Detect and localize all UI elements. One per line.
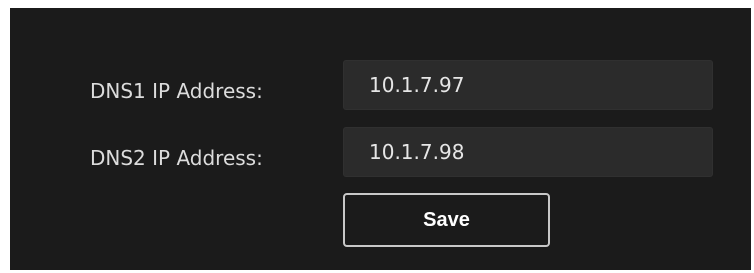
dns1-ip-field[interactable]: 10.1.7.97: [343, 60, 713, 110]
save-button[interactable]: Save: [343, 193, 550, 247]
dns2-ip-field[interactable]: 10.1.7.98: [343, 127, 713, 177]
dns2-label: DNS2 IP Address:: [90, 146, 263, 170]
dns1-label: DNS1 IP Address:: [90, 79, 263, 103]
dns-settings-panel: DNS1 IP Address: 10.1.7.97 DNS2 IP Addre…: [10, 8, 751, 270]
